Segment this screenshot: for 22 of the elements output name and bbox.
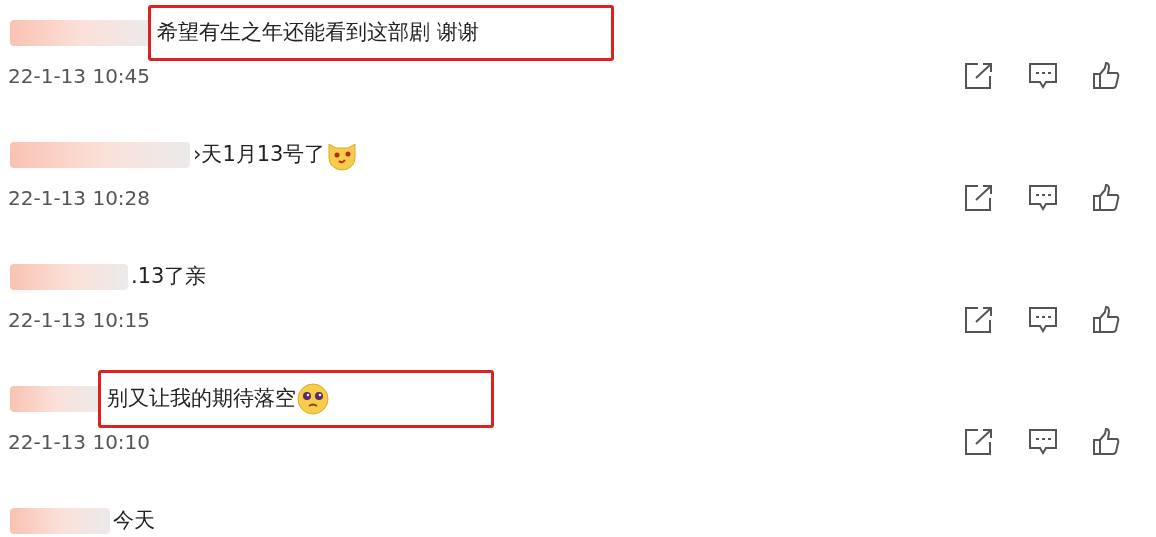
comment-time: 22-1-13 10:28: [8, 185, 151, 212]
comment-time: 22-1-13 10:45: [8, 63, 151, 90]
comment-time: 22-1-13 10:15: [8, 307, 151, 334]
share-icon[interactable]: [964, 428, 994, 456]
comment-text: .13了亲: [131, 263, 207, 291]
comment-time: 22-1-13 10:10: [8, 429, 151, 456]
thumbs-up-icon[interactable]: [1092, 184, 1120, 212]
comment-icon[interactable]: [1028, 306, 1058, 334]
pleading-emoji-icon: [296, 382, 330, 416]
thumbs-up-icon[interactable]: [1092, 306, 1120, 334]
comment-icon[interactable]: [1028, 428, 1058, 456]
comment-icon[interactable]: [1028, 184, 1058, 212]
comment-text: 今天: [113, 507, 155, 535]
comment-text: 希望有生之年还能看到这部剧 谢谢: [157, 19, 479, 47]
thumbs-up-icon[interactable]: [1092, 62, 1120, 90]
comment-icon[interactable]: [1028, 62, 1058, 90]
comment-text: 别又让我的期待落空: [107, 385, 296, 413]
comment-text: ›天1月13号了: [193, 141, 326, 169]
share-icon[interactable]: [964, 306, 994, 334]
share-icon[interactable]: [964, 184, 994, 212]
share-icon[interactable]: [964, 62, 994, 90]
thumbs-up-icon[interactable]: [1092, 428, 1120, 456]
